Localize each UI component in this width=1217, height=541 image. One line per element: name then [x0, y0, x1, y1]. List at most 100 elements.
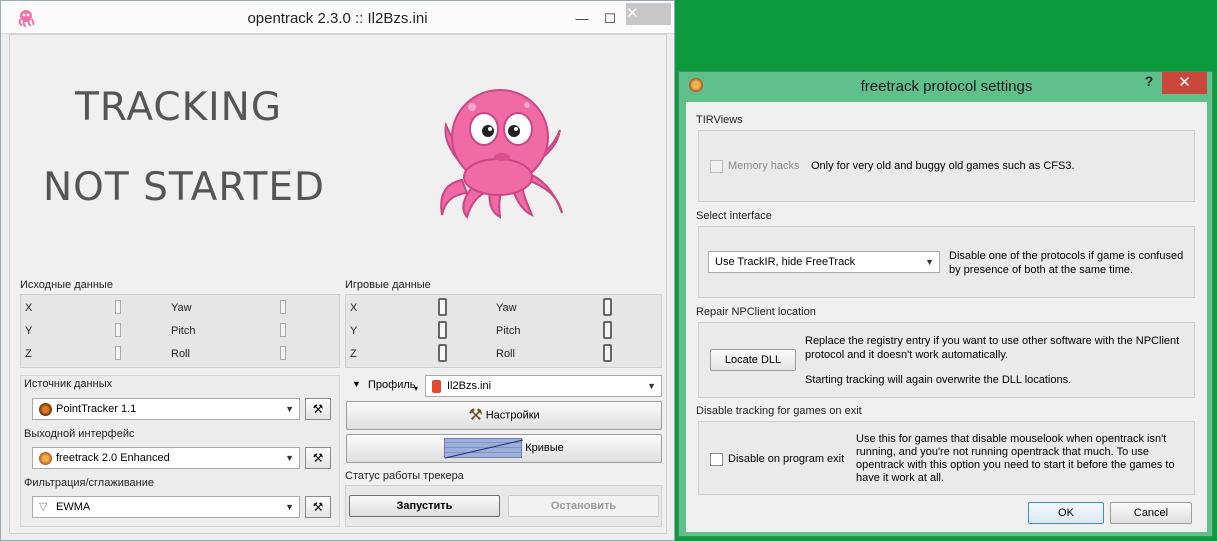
- memory-hacks-label: Memory hacks: [728, 160, 800, 172]
- tracker-settings-button[interactable]: ⚒: [305, 398, 331, 420]
- protocol-select[interactable]: freetrack 2.0 Enhanced ▼: [32, 447, 300, 469]
- ok-button[interactable]: OK: [1028, 502, 1104, 524]
- tracker-heading: Источник данных: [24, 378, 113, 390]
- disable-tracking-description-line3: opentrack with this option you need to s…: [856, 459, 1175, 471]
- interface-description-line2: by presence of both at the same time.: [949, 264, 1134, 276]
- raw-y-label: Y: [25, 325, 33, 337]
- options-button-label: Настройки: [485, 409, 540, 422]
- tracker-selected-label: PointTracker 1.1: [56, 403, 137, 415]
- chevron-down-icon: ▼: [647, 381, 656, 391]
- tirviews-group: Memory hacks Only for very old and buggy…: [698, 130, 1195, 202]
- raw-data-heading: Исходные данные: [20, 279, 113, 291]
- game-data-group: X Y Z Yaw Pitch Roll: [345, 294, 662, 368]
- filter-funnel-icon: ▽: [39, 501, 48, 513]
- select-interface-heading: Select interface: [696, 210, 772, 222]
- raw-roll-label: Roll: [171, 348, 190, 360]
- main-content-area: TRACKING NOT STARTED Исходные данные X Y…: [9, 34, 667, 534]
- game-z-label: Z: [350, 348, 357, 360]
- options-button[interactable]: ⚒ Настройки: [346, 401, 662, 430]
- raw-z-value: [115, 346, 121, 360]
- tracker-status-heading: Статус работы трекера: [345, 470, 464, 482]
- raw-pitch-value: [280, 323, 286, 337]
- interface-select[interactable]: Use TrackIR, hide FreeTrack ▼: [708, 251, 940, 273]
- game-y-value: [438, 321, 447, 339]
- raw-data-group: X Y Z Yaw Pitch Roll: [20, 294, 340, 368]
- raw-yaw-label: Yaw: [171, 302, 192, 314]
- npclient-description-line2: protocol and it doesn't work automatical…: [805, 349, 1009, 361]
- disable-tracking-description-line2: running, and you're not running opentrac…: [856, 446, 1149, 458]
- memory-hacks-description: Only for very old and buggy old games su…: [811, 160, 1075, 172]
- profile-selected-label: Il2Bzs.ini: [447, 380, 492, 392]
- profile-file-icon: [432, 379, 441, 393]
- chevron-down-icon: ▼: [285, 404, 294, 414]
- raw-y-value: [115, 323, 121, 337]
- chevron-down-icon: ▼: [285, 453, 294, 463]
- repair-npclient-group: Locate DLL Replace the registry entry if…: [698, 322, 1195, 398]
- main-close-button[interactable]: ✕: [626, 3, 671, 25]
- interface-selected-label: Use TrackIR, hide FreeTrack: [715, 256, 856, 268]
- disable-tracking-group: Disable on program exit Use this for gam…: [698, 421, 1195, 495]
- repair-npclient-heading: Repair NPClient location: [696, 306, 816, 318]
- protocol-selected-label: freetrack 2.0 Enhanced: [56, 452, 170, 464]
- protocol-heading: Выходной интерфейс: [24, 428, 135, 440]
- game-x-value: [438, 298, 447, 316]
- freetrack-icon: [39, 451, 52, 465]
- tirviews-heading: TIRViews: [696, 114, 743, 126]
- dialog-body: TIRViews Memory hacks Only for very old …: [686, 102, 1207, 532]
- chevron-down-icon: ▼: [285, 502, 294, 512]
- disable-on-exit-checkbox[interactable]: [710, 453, 723, 466]
- help-button[interactable]: ?: [1137, 73, 1161, 89]
- profile-select[interactable]: Il2Bzs.ini ▼: [425, 375, 662, 397]
- filter-settings-button[interactable]: ⚒: [305, 496, 331, 518]
- profile-menu-arrow-icon[interactable]: ▼: [352, 379, 361, 389]
- game-roll-value: [603, 344, 612, 362]
- raw-x-value: [115, 300, 121, 314]
- raw-x-label: X: [25, 302, 33, 314]
- tracker-select[interactable]: PointTracker 1.1 ▼: [32, 398, 300, 420]
- start-button[interactable]: Запустить: [349, 495, 500, 517]
- raw-z-label: Z: [25, 348, 32, 360]
- game-y-label: Y: [350, 325, 358, 337]
- chevron-down-icon: ▼: [925, 257, 934, 267]
- raw-pitch-label: Pitch: [171, 325, 196, 337]
- game-z-value: [438, 344, 447, 362]
- disable-tracking-description-line1: Use this for games that disable mouseloo…: [856, 433, 1167, 445]
- game-roll-label: Roll: [496, 348, 515, 360]
- npclient-description-line1: Replace the registry entry if you want t…: [805, 335, 1180, 347]
- curves-button[interactable]: Кривые: [346, 434, 662, 463]
- select-interface-group: Use TrackIR, hide FreeTrack ▼ Disable on…: [698, 226, 1195, 298]
- game-yaw-value: [603, 298, 612, 316]
- pointtracker-icon: [39, 402, 52, 416]
- stop-button[interactable]: Остановить: [508, 495, 659, 517]
- profile-label[interactable]: Профиль: [368, 379, 416, 391]
- curves-button-label: Кривые: [525, 442, 564, 454]
- game-data-heading: Игровые данные: [345, 279, 431, 291]
- curves-graph-icon: [444, 438, 524, 459]
- raw-yaw-value: [280, 300, 286, 314]
- main-title-bar[interactable]: opentrack 2.3.0 :: Il2Bzs.ini — ☐ ✕: [1, 1, 674, 34]
- disable-tracking-description-line4: have it work at all.: [856, 472, 945, 484]
- tracking-status-line1: TRACKING: [75, 85, 283, 130]
- hammer-icon: ⚒: [312, 500, 324, 514]
- filter-selected-label: EWMA: [56, 501, 91, 513]
- hammer-icon: ⚒: [312, 451, 324, 465]
- game-pitch-label: Pitch: [496, 325, 521, 337]
- protocol-settings-button[interactable]: ⚒: [305, 447, 331, 469]
- locate-dll-button[interactable]: Locate DLL: [710, 349, 796, 371]
- dialog-close-button[interactable]: ✕: [1162, 72, 1207, 94]
- raw-roll-value: [280, 346, 286, 360]
- game-yaw-label: Yaw: [496, 302, 517, 314]
- octopus-logo-image: [440, 89, 563, 220]
- minimize-button[interactable]: —: [569, 9, 595, 29]
- cancel-button[interactable]: Cancel: [1110, 502, 1192, 524]
- filter-heading: Фильтрация/сглаживание: [24, 477, 155, 489]
- tracking-status-line2: NOT STARTED: [43, 165, 326, 210]
- tools-icon: ⚒: [468, 407, 483, 424]
- interface-description-line1: Disable one of the protocols if game is …: [949, 250, 1184, 262]
- memory-hacks-checkbox[interactable]: [710, 160, 723, 173]
- maximize-button[interactable]: ☐: [597, 9, 623, 29]
- freetrack-settings-dialog: freetrack protocol settings ? ✕ TIRViews…: [678, 71, 1213, 537]
- disable-tracking-heading: Disable tracking for games on exit: [696, 405, 862, 417]
- profile-dropdown-small-icon[interactable]: ▾: [414, 384, 418, 393]
- filter-select[interactable]: ▽ EWMA ▼: [32, 496, 300, 518]
